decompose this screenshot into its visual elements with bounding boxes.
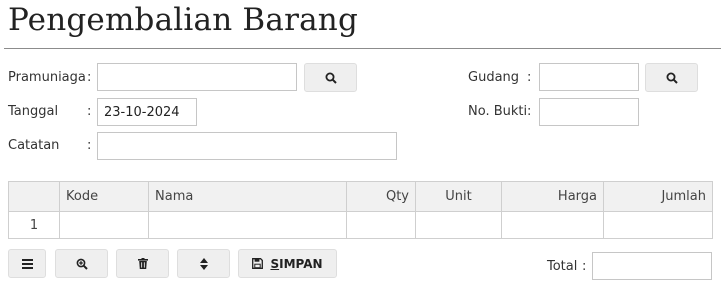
header-row-number: [8, 181, 60, 212]
catatan-input[interactable]: [97, 132, 397, 160]
pramuniaga-label: Pramuniaga: [8, 70, 86, 85]
save-button-label: SIMPAN: [270, 257, 322, 271]
bars-icon: [21, 258, 33, 269]
gudang-input[interactable]: [539, 63, 639, 91]
zoom-in-button[interactable]: [55, 249, 108, 278]
header-qty[interactable]: Qty: [346, 181, 416, 212]
gudang-colon: :: [527, 70, 532, 85]
sort-icon: [199, 257, 208, 270]
catatan-label: Catatan: [8, 138, 60, 153]
table-header-row: Kode Nama Qty Unit Harga Jumlah: [8, 181, 713, 212]
total-label: Total: [547, 259, 578, 274]
floppy-disk-icon: [252, 258, 264, 269]
search-icon: [666, 72, 678, 84]
save-label-mnemonic: S: [270, 256, 280, 271]
row-number: 1: [8, 211, 60, 239]
pramuniaga-search-button[interactable]: [304, 63, 357, 92]
save-label-rest: IMPAN: [279, 256, 323, 271]
total-field: [592, 252, 712, 280]
header-jumlah[interactable]: Jumlah: [603, 181, 713, 212]
zoom-in-icon: [76, 258, 88, 270]
sort-button[interactable]: [177, 249, 230, 278]
tanggal-colon: :: [87, 104, 92, 119]
cell-nama[interactable]: [148, 211, 347, 239]
delete-button[interactable]: [116, 249, 169, 278]
gudang-search-button[interactable]: [645, 63, 698, 92]
trash-icon: [137, 258, 148, 269]
tanggal-input[interactable]: [97, 98, 197, 126]
no-bukti-label: No. Bukti: [468, 104, 528, 119]
items-table: Kode Nama Qty Unit Harga Jumlah 1: [8, 181, 713, 239]
cell-kode[interactable]: [59, 211, 149, 239]
gudang-label: Gudang: [468, 70, 520, 85]
menu-button[interactable]: [8, 249, 46, 278]
catatan-colon: :: [87, 138, 92, 153]
title-divider: [4, 48, 721, 49]
cell-qty[interactable]: [346, 211, 416, 239]
no-bukti-colon: :: [527, 104, 532, 119]
total-colon: :: [582, 259, 587, 274]
pramuniaga-colon: :: [87, 70, 92, 85]
tanggal-label: Tanggal: [8, 104, 59, 119]
table-row[interactable]: 1: [8, 211, 713, 239]
header-harga[interactable]: Harga: [501, 181, 604, 212]
header-nama[interactable]: Nama: [148, 181, 347, 212]
cell-jumlah[interactable]: [603, 211, 713, 239]
header-unit[interactable]: Unit: [415, 181, 502, 212]
cell-harga[interactable]: [501, 211, 604, 239]
pramuniaga-input[interactable]: [97, 63, 297, 91]
cell-unit[interactable]: [415, 211, 502, 239]
page-title: Pengembalian Barang: [8, 2, 358, 38]
search-icon: [325, 72, 337, 84]
save-button[interactable]: SIMPAN: [238, 249, 337, 278]
header-kode[interactable]: Kode: [59, 181, 149, 212]
no-bukti-input[interactable]: [539, 98, 639, 126]
